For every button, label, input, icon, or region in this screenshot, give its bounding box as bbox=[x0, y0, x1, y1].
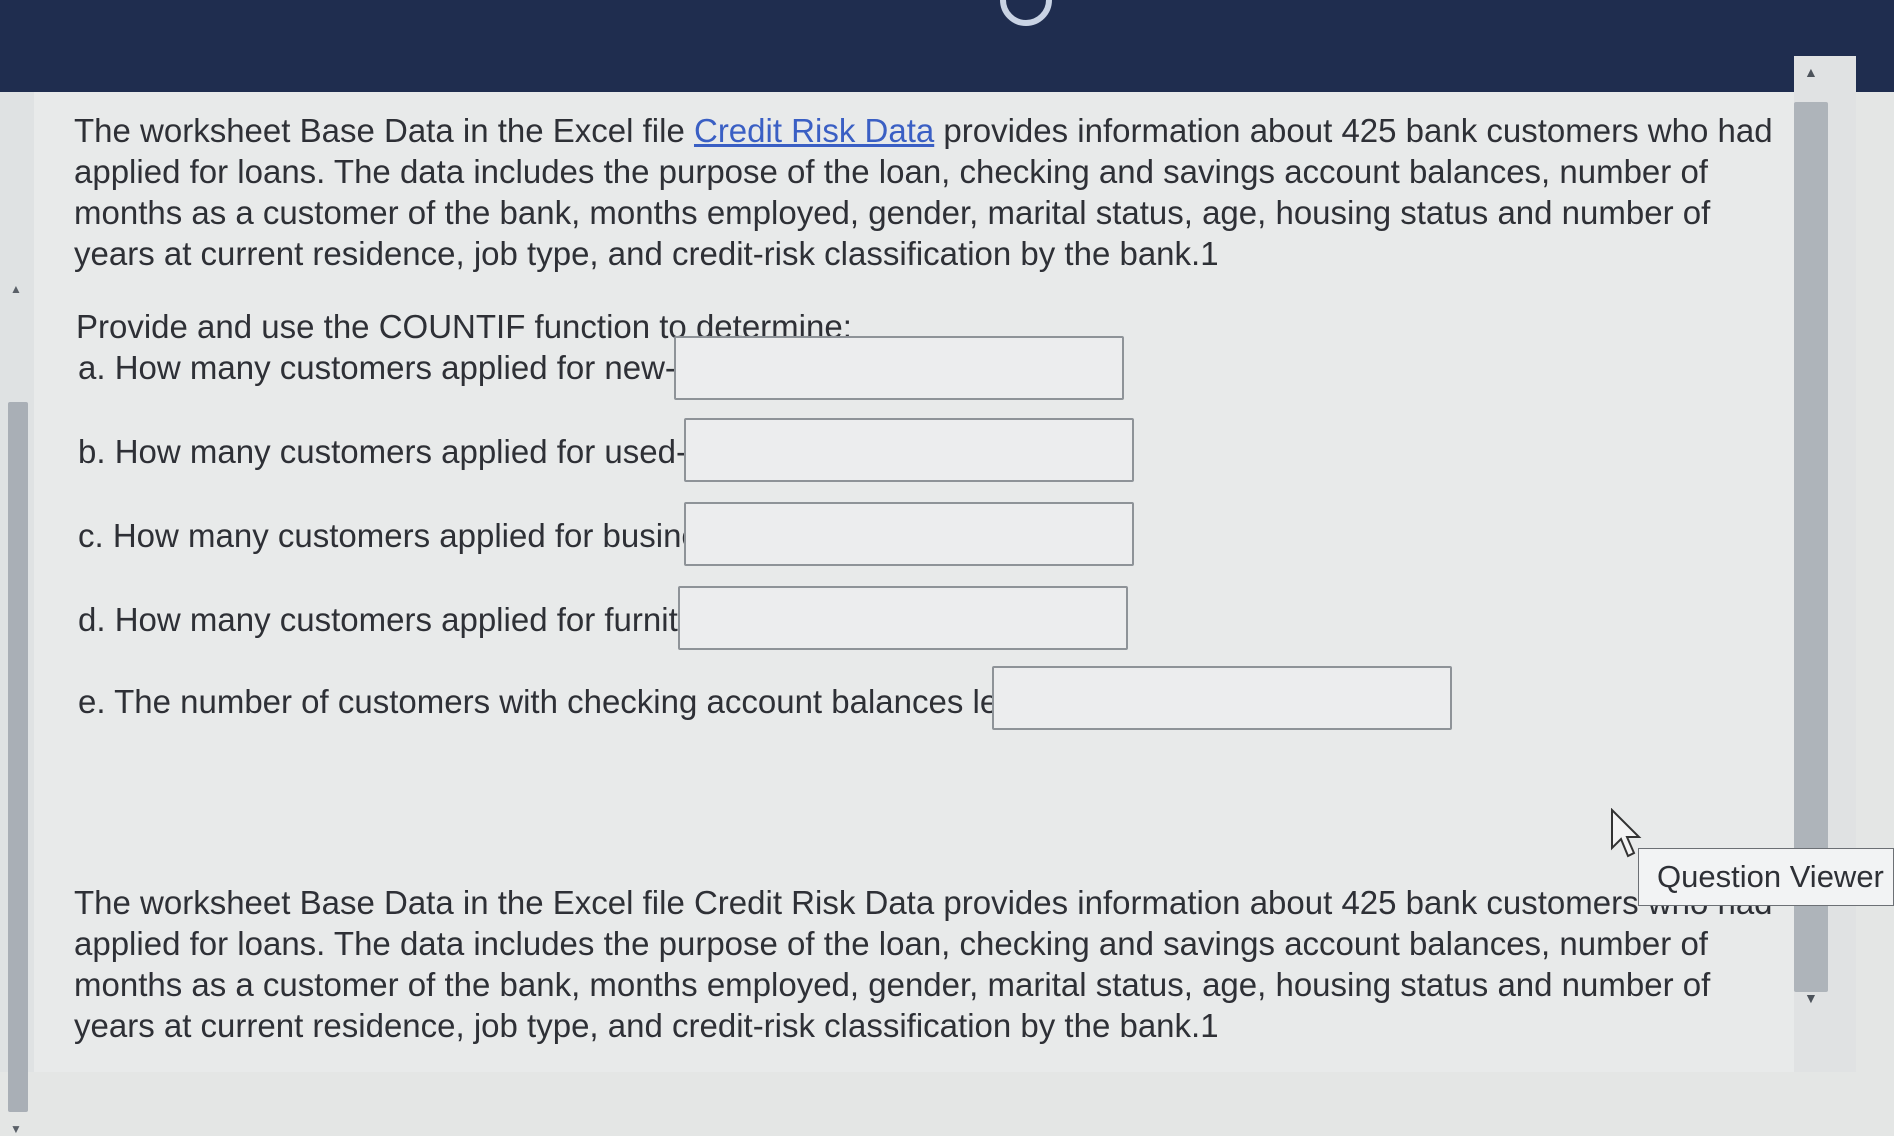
question-content-panel: The worksheet Base Data in the Excel fil… bbox=[34, 92, 1794, 1072]
answer-a-input[interactable] bbox=[674, 336, 1124, 400]
answer-b-input[interactable] bbox=[684, 418, 1134, 482]
left-scroll-up-icon[interactable]: ▲ bbox=[10, 282, 22, 296]
scroll-down-arrow-icon[interactable]: ▼ bbox=[1804, 990, 1818, 1006]
question-viewer-tooltip: Question Viewer bbox=[1638, 848, 1894, 906]
mouse-pointer-icon bbox=[1611, 808, 1642, 858]
intro-paragraph: The worksheet Base Data in the Excel fil… bbox=[74, 110, 1774, 274]
repeated-intro-paragraph: The worksheet Base Data in the Excel fil… bbox=[74, 884, 1773, 1044]
scroll-up-arrow-icon[interactable]: ▲ bbox=[1804, 64, 1818, 80]
left-scroll-down-icon[interactable]: ▼ bbox=[10, 1122, 22, 1136]
left-scrollbar[interactable] bbox=[8, 402, 28, 1112]
loading-spinner-icon bbox=[1000, 0, 1052, 26]
left-panel-strip: ▲ ▼ bbox=[0, 92, 35, 1136]
credit-risk-data-link[interactable]: Credit Risk Data bbox=[694, 112, 934, 149]
answer-e-input[interactable] bbox=[992, 666, 1452, 730]
answer-d-input[interactable] bbox=[678, 586, 1128, 650]
answer-c-input[interactable] bbox=[684, 502, 1134, 566]
right-scrollbar[interactable]: ▲ ▼ bbox=[1794, 56, 1856, 1072]
top-header-bar bbox=[0, 0, 1894, 92]
intro-text-start: The worksheet Base Data in the Excel fil… bbox=[74, 112, 694, 149]
